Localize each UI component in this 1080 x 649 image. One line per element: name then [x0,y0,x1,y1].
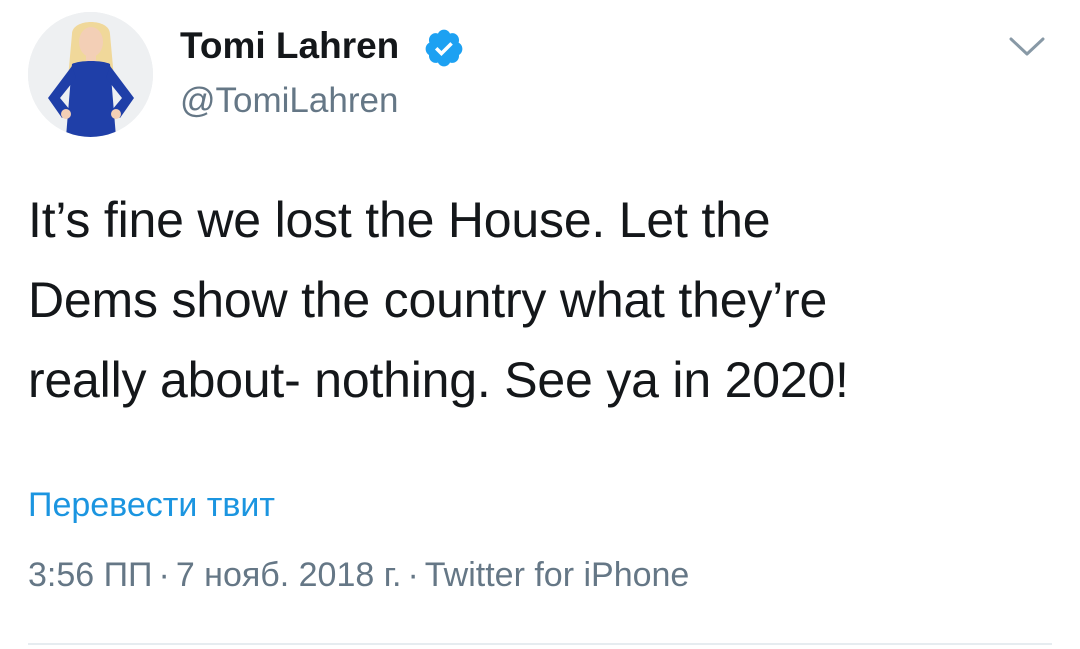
tweet-text-line: It’s fine we lost the House. Let the [28,192,771,248]
tweet-date[interactable]: 7 нояб. 2018 г. [176,556,402,594]
avatar[interactable] [28,12,153,137]
tweet-text-line: really about- nothing. See ya in 2020! [28,352,849,408]
tweet-source[interactable]: Twitter for iPhone [425,556,690,594]
meta-separator: · [407,556,419,594]
author-handle[interactable]: @TomiLahren [180,78,398,124]
tweet-card: Tomi Lahren @TomiLahren It’s fine we los… [0,0,1080,649]
tweet-text-line: Dems show the country what they’re [28,272,828,328]
meta-separator: · [158,556,170,594]
tweet-menu-button[interactable] [1000,24,1054,70]
tweet-text: It’s fine we lost the House. Let the Dem… [28,180,1058,420]
avatar-image [28,12,153,137]
author-name[interactable]: Tomi Lahren [180,22,399,70]
divider [28,643,1052,645]
tweet-meta: 3:56 ПП · 7 нояб. 2018 г. · Twitter for iPho… [28,551,689,599]
chevron-down-icon [1009,37,1045,56]
tweet-time[interactable]: 3:56 ПП [28,556,153,594]
verified-badge-icon [425,29,463,67]
translate-tweet-link[interactable]: Перевести твит [28,481,275,529]
